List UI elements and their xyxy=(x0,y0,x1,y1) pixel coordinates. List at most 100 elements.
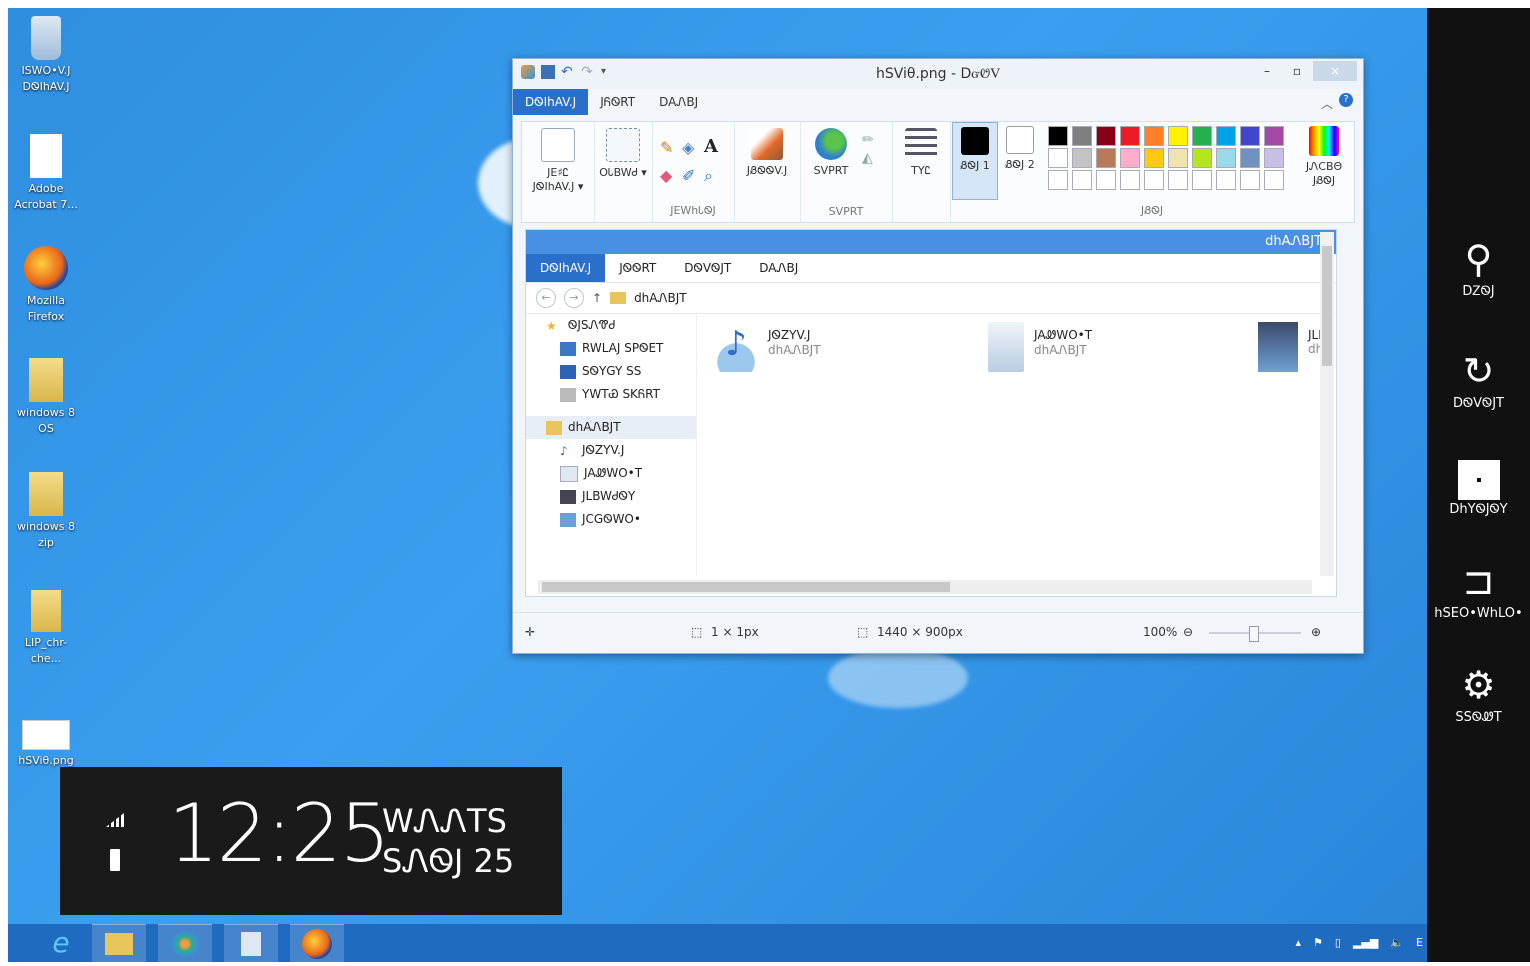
charm-devices[interactable]: ⊐ hSEO•WhLO• xyxy=(1427,558,1530,621)
nav-item-libraries[interactable]: dhAᏁBJT xyxy=(526,416,696,439)
palette-swatch[interactable] xyxy=(1048,148,1068,168)
color1-button[interactable]: ᏰᏫJ 1 xyxy=(952,122,998,200)
zoom-out-icon[interactable]: ⊖ xyxy=(1183,625,1193,639)
palette-swatch-empty[interactable] xyxy=(1120,170,1140,190)
close-button[interactable]: × xyxy=(1313,61,1357,81)
tab-view[interactable]: DAᏁBJ xyxy=(647,89,710,115)
palette-swatch[interactable] xyxy=(1216,126,1236,146)
explorer-tab-file[interactable]: DᏫIhAV.J xyxy=(526,254,606,282)
calculator-icon[interactable] xyxy=(224,924,278,963)
volume-icon[interactable]: 🔈 xyxy=(1390,936,1404,949)
palette-swatch-empty[interactable] xyxy=(1144,170,1164,190)
palette-swatch[interactable] xyxy=(1240,126,1260,146)
palette-swatch[interactable] xyxy=(1096,148,1116,168)
show-hidden-icons[interactable]: ▴ xyxy=(1295,936,1301,949)
vertical-scrollbar[interactable] xyxy=(1320,232,1334,576)
horizontal-scrollbar[interactable] xyxy=(538,580,1312,594)
charm-start[interactable]: DhYᏫJᏫY xyxy=(1427,454,1530,517)
back-icon[interactable]: ← xyxy=(536,288,556,308)
tab-home[interactable]: JᏲᏫRT xyxy=(588,89,647,115)
explorer-tab-view[interactable]: DAᏁBJ xyxy=(745,254,812,282)
paint-window[interactable]: ↶ ↷ ▾ hSViθ.png - DᏻᏬᏙ – ▫ × DᏫIhAV.J JᏲ… xyxy=(512,58,1364,654)
palette-swatch-empty[interactable] xyxy=(1192,170,1212,190)
file-item-documents[interactable]: JAᏪWO•T dhAᏁBJT xyxy=(988,322,1092,372)
forward-icon[interactable]: → xyxy=(564,288,584,308)
desktop-icon-hsvio-png[interactable]: hSViθ.png xyxy=(10,714,82,769)
palette-swatch-empty[interactable] xyxy=(1240,170,1260,190)
minimize-ribbon-icon[interactable]: ︿ xyxy=(1321,95,1333,112)
charm-settings[interactable]: ⚙ SSᏫᏪT xyxy=(1427,662,1530,725)
palette-swatch-empty[interactable] xyxy=(1048,170,1068,190)
scroll-thumb[interactable] xyxy=(542,582,950,592)
nav-item-pictures[interactable]: JCGᏫWO• xyxy=(526,508,696,531)
palette-swatch[interactable] xyxy=(1240,148,1260,168)
minimize-button[interactable]: – xyxy=(1253,61,1281,81)
pencil-icon[interactable]: ✎ xyxy=(660,138,673,157)
flag-icon[interactable]: ⚑ xyxy=(1313,936,1323,949)
zoom-slider[interactable] xyxy=(1209,626,1301,642)
palette-swatch[interactable] xyxy=(1120,126,1140,146)
color2-button[interactable]: ᏰᏫJ 2 xyxy=(998,122,1042,172)
desktop-icon-windows8-zip[interactable]: windows 8 zip xyxy=(10,472,82,551)
nav-item-music[interactable]: ♪ JᏫZYV.J xyxy=(526,439,696,462)
edit-colors-button[interactable]: JᏁCBΘ JᏰᏫJ xyxy=(1298,122,1350,188)
shapes-button[interactable]: SVPRT xyxy=(804,128,858,177)
input-language[interactable]: E xyxy=(1416,936,1423,949)
nav-item-desktop[interactable]: SᏫYGY SS xyxy=(526,360,696,383)
color-picker-icon[interactable]: ✐ xyxy=(682,166,695,185)
zoom-in-icon[interactable]: ⊕ xyxy=(1311,625,1321,639)
nav-item-downloads[interactable]: RWLAJ SPᏫET xyxy=(526,337,696,360)
outline-icon[interactable]: ✏ xyxy=(862,132,874,148)
palette-swatch[interactable] xyxy=(1048,126,1068,146)
internet-explorer-icon[interactable]: e xyxy=(34,924,88,962)
palette-swatch[interactable] xyxy=(1216,148,1236,168)
palette-swatch[interactable] xyxy=(1192,148,1212,168)
zoom-slider-thumb[interactable] xyxy=(1249,626,1259,642)
paste-button[interactable]: JE♯Ꮭ JᏫIhAV.J ▾ xyxy=(530,128,586,194)
nav-item-documents[interactable]: JAᏪWO•T xyxy=(526,462,696,485)
scroll-thumb[interactable] xyxy=(1322,246,1332,366)
desktop-icon-firefox[interactable]: Mozilla Firefox xyxy=(10,246,82,325)
charm-search[interactable]: ⚲ DᏃᏫJ xyxy=(1427,236,1530,299)
palette-swatch-empty[interactable] xyxy=(1168,170,1188,190)
canvas-image-explorer[interactable]: dhAᏁBJT DᏫIhAV.J JᏫᏫRT DᏫVᏫJT DAᏁBJ ← → … xyxy=(525,229,1337,597)
explorer-tab-share[interactable]: DᏫVᏫJT xyxy=(670,254,745,282)
desktop-icon-recycle-bin[interactable]: ISWO•V.J DᏫIhAV.J xyxy=(10,16,82,95)
network-icon[interactable]: ▂▄▆ xyxy=(1353,936,1378,949)
palette-swatch[interactable] xyxy=(1168,148,1188,168)
battery-tray-icon[interactable]: ▯ xyxy=(1335,936,1341,949)
paint-icon[interactable] xyxy=(158,924,212,963)
shape-fill-icon[interactable]: ◭ xyxy=(862,150,873,166)
palette-swatch[interactable] xyxy=(1144,148,1164,168)
desktop-icon-adobe-acrobat[interactable]: Adobe Acrobat 7... xyxy=(10,134,82,213)
nav-item-videos[interactable]: JLBWᏧᏫY xyxy=(526,485,696,508)
magnifier-icon[interactable]: ⌕ xyxy=(704,166,713,186)
brushes-button[interactable]: JᏰᏫᏫV.J xyxy=(738,128,796,178)
nav-item-recent[interactable]: YWTᏯ SKᏲRT xyxy=(526,383,696,406)
size-button[interactable]: TYᏝ xyxy=(896,128,946,178)
palette-swatch[interactable] xyxy=(1096,126,1116,146)
desktop-icon-lip-chr-che[interactable]: LIP_chr-che... xyxy=(10,590,82,667)
file-explorer-icon[interactable] xyxy=(92,924,146,963)
palette-swatch-empty[interactable] xyxy=(1216,170,1236,190)
eraser-icon[interactable]: ◆ xyxy=(660,166,672,185)
fill-icon[interactable]: ◈ xyxy=(682,138,694,157)
up-icon[interactable]: ↑ xyxy=(592,291,602,305)
desktop-icon-windows8-os[interactable]: windows 8 OS xyxy=(10,358,82,437)
tab-file[interactable]: DᏫIhAV.J xyxy=(513,89,589,115)
maximize-button[interactable]: ▫ xyxy=(1283,61,1311,81)
help-icon[interactable]: ? xyxy=(1339,93,1353,107)
palette-swatch[interactable] xyxy=(1072,148,1092,168)
palette-swatch-empty[interactable] xyxy=(1072,170,1092,190)
palette-swatch-empty[interactable] xyxy=(1264,170,1284,190)
address-text[interactable]: dhAᏁBJT xyxy=(634,291,687,306)
palette-swatch[interactable] xyxy=(1144,126,1164,146)
palette-swatch[interactable] xyxy=(1168,126,1188,146)
charm-share[interactable]: ↻ DᏫVᏫJT xyxy=(1427,348,1530,411)
explorer-tab-home[interactable]: JᏫᏫRT xyxy=(605,254,670,282)
palette-swatch-empty[interactable] xyxy=(1096,170,1116,190)
file-item-music[interactable]: ♪ JᏫZYV.J dhAᏁBJT xyxy=(714,322,821,372)
paint-titlebar[interactable]: ↶ ↷ ▾ hSViθ.png - DᏻᏬᏙ – ▫ × xyxy=(513,59,1363,89)
firefox-icon[interactable] xyxy=(290,924,344,963)
palette-swatch[interactable] xyxy=(1072,126,1092,146)
